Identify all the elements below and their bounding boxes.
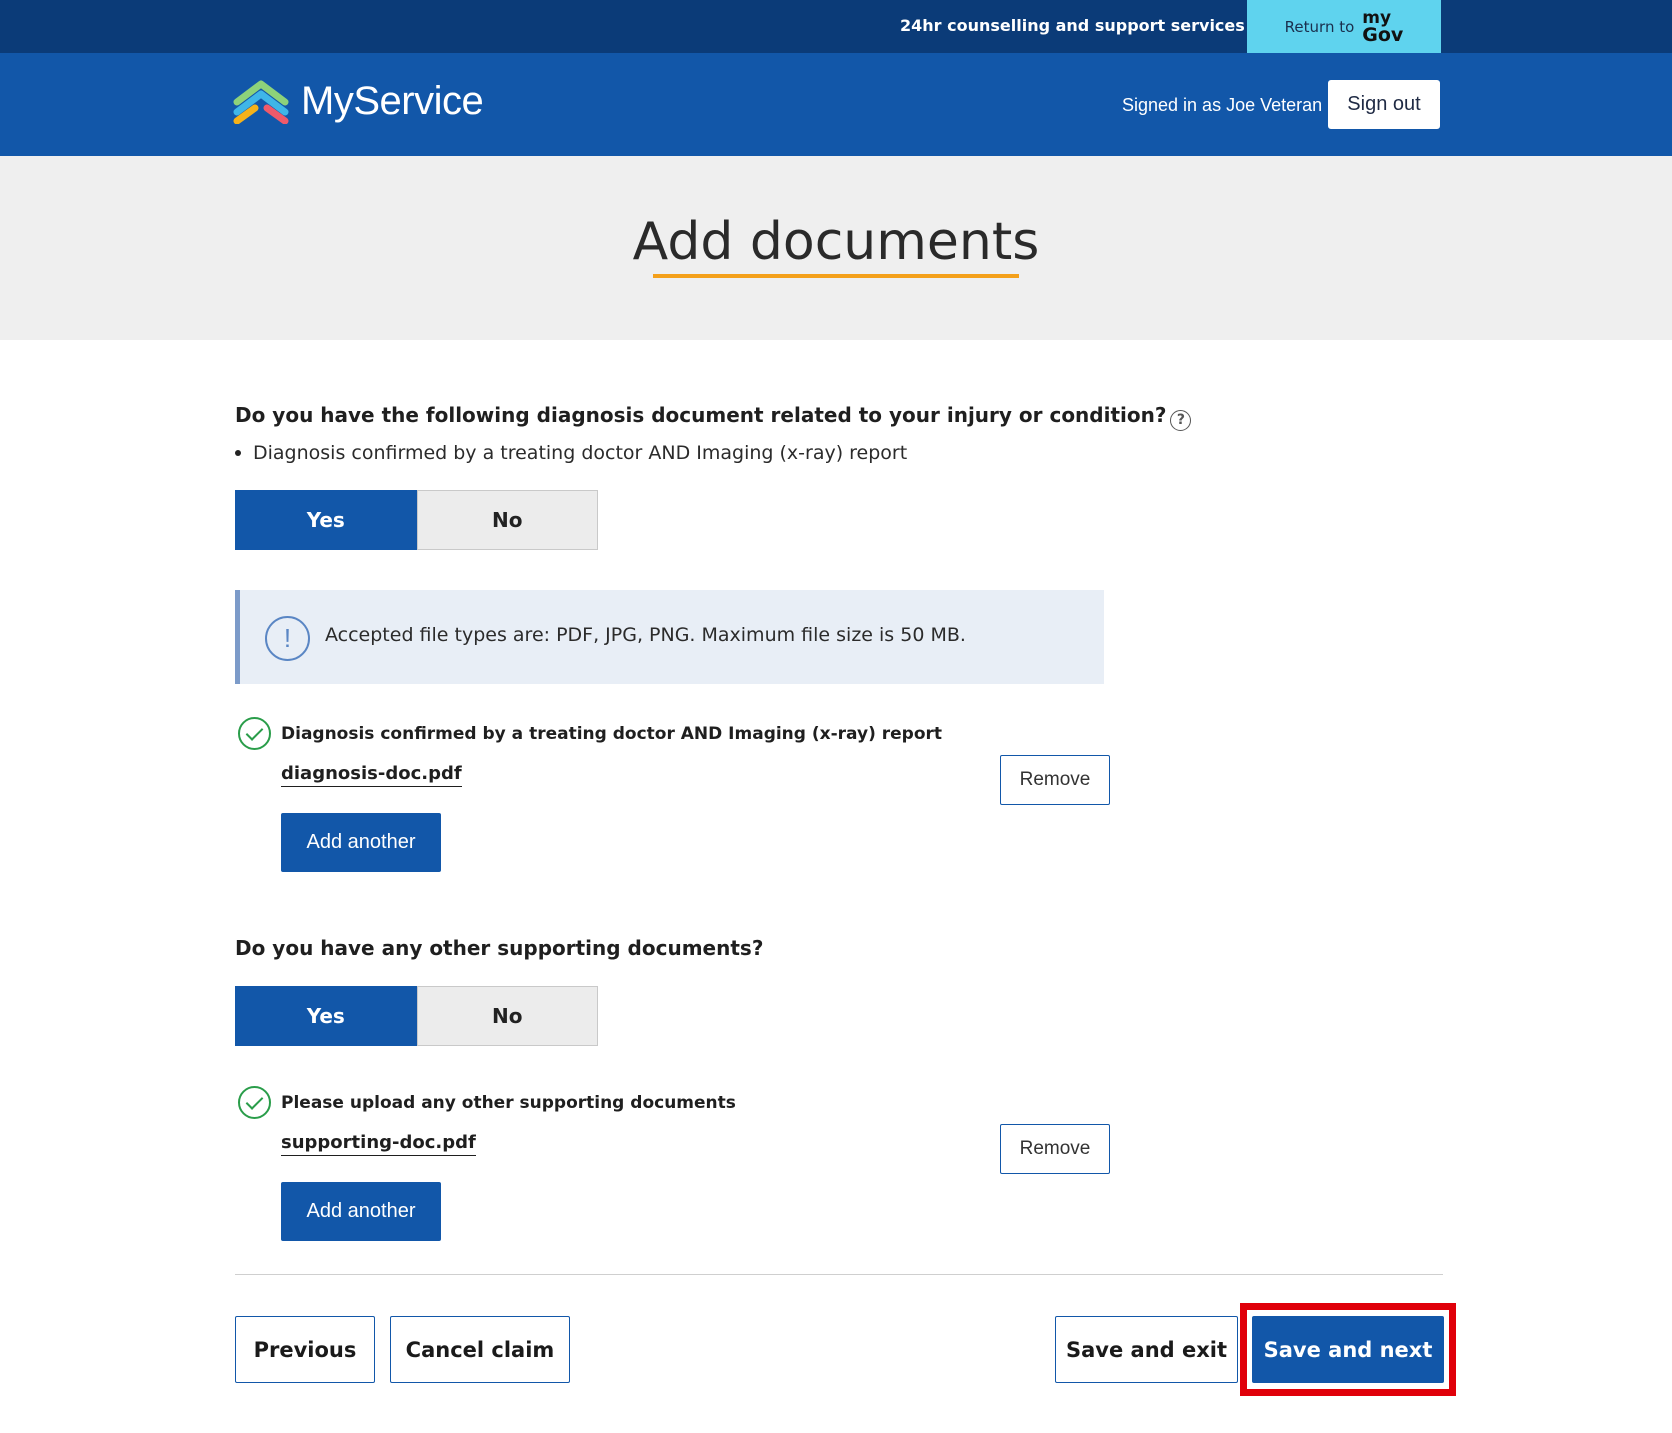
page-title: Add documents xyxy=(632,212,1040,272)
diagnosis-upload-label: Diagnosis confirmed by a treating doctor… xyxy=(238,717,942,750)
diagnosis-yes-no-toggle: Yes No xyxy=(235,490,598,550)
return-to-label: Return to xyxy=(1284,17,1355,36)
check-circle-icon xyxy=(238,717,271,750)
mygov-logo: my Gov xyxy=(1362,9,1404,46)
supporting-no-button[interactable]: No xyxy=(416,986,598,1046)
diagnosis-question-text: Do you have the following diagnosis docu… xyxy=(235,403,1167,427)
diagnosis-no-button[interactable]: No xyxy=(416,490,598,550)
brand-logo-icon xyxy=(233,80,289,124)
supporting-upload-label: Please upload any other supporting docum… xyxy=(238,1086,736,1119)
bullet-dot xyxy=(235,450,241,456)
mygov-logo-gov: Gov xyxy=(1362,23,1404,46)
diagnosis-question: Do you have the following diagnosis docu… xyxy=(235,403,1192,431)
supporting-yes-no-toggle: Yes No xyxy=(235,986,598,1046)
diagnosis-bullet-text: Diagnosis confirmed by a treating doctor… xyxy=(253,442,908,464)
sign-out-button[interactable]: Sign out xyxy=(1328,80,1440,129)
save-and-next-button[interactable]: Save and next xyxy=(1252,1316,1444,1383)
cancel-claim-button[interactable]: Cancel claim xyxy=(390,1316,570,1383)
return-to-mygov-button[interactable]: Return to my Gov xyxy=(1247,0,1441,53)
supporting-file-link[interactable]: supporting-doc.pdf xyxy=(281,1132,476,1156)
brand[interactable]: MyService xyxy=(233,79,484,124)
counselling-menu[interactable]: 24hr counselling and support services xyxy=(900,14,1273,35)
supporting-add-another-button[interactable]: Add another xyxy=(281,1182,441,1241)
help-icon[interactable]: ? xyxy=(1170,409,1192,431)
diagnosis-upload-text: Diagnosis confirmed by a treating doctor… xyxy=(281,723,943,744)
diagnosis-add-another-button[interactable]: Add another xyxy=(281,813,441,872)
diagnosis-bullet: Diagnosis confirmed by a treating doctor… xyxy=(235,442,907,464)
supporting-question: Do you have any other supporting documen… xyxy=(235,936,763,960)
title-band: Add documents xyxy=(0,156,1672,340)
diagnosis-remove-button[interactable]: Remove xyxy=(1000,755,1110,805)
brand-name: MyService xyxy=(301,79,484,123)
supporting-yes-button[interactable]: Yes xyxy=(235,986,417,1046)
utility-bar: 24hr counselling and support services Re… xyxy=(0,0,1672,53)
title-underline xyxy=(653,274,1019,278)
footer-divider xyxy=(235,1274,1443,1275)
counselling-label: 24hr counselling and support services xyxy=(900,16,1245,35)
file-info-text: Accepted file types are: PDF, JPG, PNG. … xyxy=(325,624,966,646)
info-icon: ! xyxy=(265,616,310,661)
check-circle-icon xyxy=(238,1086,271,1119)
supporting-remove-button[interactable]: Remove xyxy=(1000,1124,1110,1174)
signed-in-text: Signed in as Joe Veteran xyxy=(1122,95,1323,115)
save-and-exit-button[interactable]: Save and exit xyxy=(1055,1316,1238,1383)
supporting-question-text: Do you have any other supporting documen… xyxy=(235,936,764,960)
supporting-upload-text: Please upload any other supporting docum… xyxy=(281,1092,736,1113)
file-info-notice: ! Accepted file types are: PDF, JPG, PNG… xyxy=(235,590,1104,684)
previous-button[interactable]: Previous xyxy=(235,1316,375,1383)
site-header: MyService Signed in as Joe Veteran Sign … xyxy=(0,53,1672,156)
diagnosis-yes-button[interactable]: Yes xyxy=(235,490,417,550)
diagnosis-file-link[interactable]: diagnosis-doc.pdf xyxy=(281,763,462,787)
